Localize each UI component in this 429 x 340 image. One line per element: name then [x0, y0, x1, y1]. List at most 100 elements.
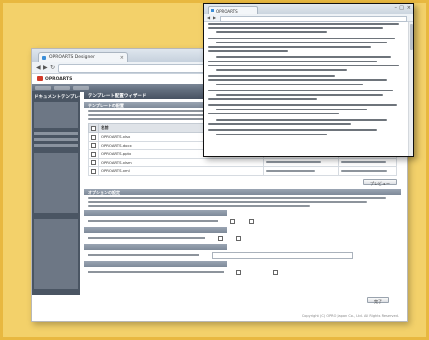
option-label	[88, 219, 218, 222]
text-line	[208, 37, 396, 40]
text-line	[208, 46, 372, 48]
option-label	[88, 253, 200, 256]
text-line	[216, 83, 364, 86]
option-row	[88, 218, 397, 224]
popup-address-bar: ◀ ▶	[204, 14, 413, 22]
text-line	[216, 31, 328, 33]
maximize-icon[interactable]: □	[399, 5, 404, 11]
minimize-icon[interactable]: –	[395, 5, 398, 11]
table-cell: OPROARTS.xml	[98, 166, 264, 176]
sidebar-item[interactable]	[34, 132, 78, 135]
popup-document-text	[208, 23, 407, 154]
menu-item[interactable]	[54, 86, 70, 90]
menu-item[interactable]	[73, 86, 89, 90]
table-row[interactable]: OPROARTS.xml	[88, 166, 397, 176]
option-radio[interactable]	[236, 235, 242, 241]
table-cell	[338, 157, 397, 167]
text-line	[208, 112, 340, 115]
preview-button-row: プレビュー	[88, 178, 397, 186]
back-icon[interactable]: ◀	[207, 14, 210, 21]
text-line	[208, 98, 318, 100]
sidebar: ドキュメントテンプレート	[32, 91, 88, 295]
option-input[interactable]	[211, 251, 353, 259]
table-cell	[338, 166, 397, 176]
text-line	[216, 56, 392, 58]
menu-item[interactable]	[35, 86, 51, 90]
row-checkbox[interactable]	[91, 151, 96, 157]
option-radio[interactable]	[217, 235, 223, 241]
popup-scrollbar[interactable]	[408, 22, 413, 156]
popup-scrollbar-thumb[interactable]	[409, 24, 413, 50]
text-line	[208, 89, 394, 92]
text-line	[216, 133, 328, 136]
forward-icon[interactable]: ▶	[213, 14, 216, 21]
text-line	[208, 75, 336, 77]
text-line	[208, 23, 400, 25]
popup-tab[interactable]: OPROARTS	[208, 6, 258, 14]
option-radio[interactable]	[273, 269, 279, 275]
table-cell	[262, 166, 340, 176]
row-checkbox[interactable]	[91, 168, 96, 174]
forward-icon[interactable]: ▶	[43, 64, 48, 71]
table-cell: OPROARTS.xlsm	[98, 157, 264, 167]
app-logo-text: OPROARTS	[45, 77, 73, 82]
option-row	[88, 251, 397, 259]
row-checkbox[interactable]	[91, 134, 96, 140]
table-cell	[88, 132, 99, 142]
text-line	[208, 129, 378, 131]
option-label	[88, 236, 206, 239]
text-line	[208, 60, 378, 63]
text-line	[216, 108, 368, 111]
popup-tabbar: OPROARTS – □ ×	[204, 4, 413, 14]
browser-tab-title: OPROARTS Designer	[49, 55, 95, 60]
text-line	[216, 41, 388, 44]
sidebar-panel[interactable]	[34, 153, 78, 213]
table-cell	[88, 157, 99, 167]
text-line	[216, 69, 348, 71]
text-line	[208, 64, 400, 67]
option-row	[88, 235, 397, 241]
table-cell	[262, 157, 340, 167]
text-line	[216, 119, 388, 121]
browser-tab[interactable]: OPROARTS Designer ×	[38, 52, 128, 62]
finish-button[interactable]: 完了	[367, 297, 389, 304]
description-text	[88, 196, 386, 199]
app-logo: OPROARTS	[37, 76, 72, 82]
option-label	[88, 270, 224, 273]
select-all-checkbox[interactable]	[91, 125, 96, 131]
sidebar-panel[interactable]	[34, 219, 78, 289]
sidebar-item[interactable]	[34, 144, 78, 147]
text-line	[208, 104, 398, 106]
table-cell	[88, 140, 99, 150]
sidebar-item[interactable]	[34, 138, 78, 141]
table-cell	[88, 149, 99, 159]
preview-button[interactable]: プレビュー	[363, 178, 397, 186]
favicon-icon	[42, 55, 46, 60]
column-header	[88, 123, 99, 133]
option-radio[interactable]	[230, 218, 236, 224]
row-checkbox[interactable]	[91, 143, 96, 148]
sidebar-title: ドキュメントテンプレート	[34, 95, 88, 100]
section-header-options: オプションの設定	[84, 188, 401, 195]
close-tab-icon[interactable]: ×	[120, 55, 124, 61]
option-radio[interactable]	[236, 269, 242, 275]
popup-url-input[interactable]	[220, 15, 407, 22]
row-checkbox[interactable]	[91, 160, 96, 165]
description-text	[88, 200, 367, 203]
text-line	[208, 123, 352, 125]
popup-tab-title: OPROARTS	[216, 8, 238, 14]
footer: 完了 Copyright (C) OPRO Japan Co., Ltd. Al…	[32, 295, 407, 321]
close-window-icon[interactable]: ×	[407, 5, 411, 11]
option-subheader	[84, 243, 227, 250]
text-line	[208, 79, 388, 81]
favicon-icon	[211, 9, 214, 12]
option-radio[interactable]	[248, 218, 254, 224]
option-subheader	[84, 209, 227, 216]
back-icon[interactable]: ◀	[36, 64, 41, 71]
reload-icon[interactable]: ↻	[50, 64, 55, 71]
table-row[interactable]: OPROARTS.xlsm	[88, 157, 397, 167]
sidebar-panel[interactable]	[34, 102, 78, 128]
popup-browser-window: OPROARTS – □ × ◀ ▶	[203, 3, 414, 157]
table-cell	[88, 166, 99, 176]
option-subheader	[84, 226, 227, 233]
